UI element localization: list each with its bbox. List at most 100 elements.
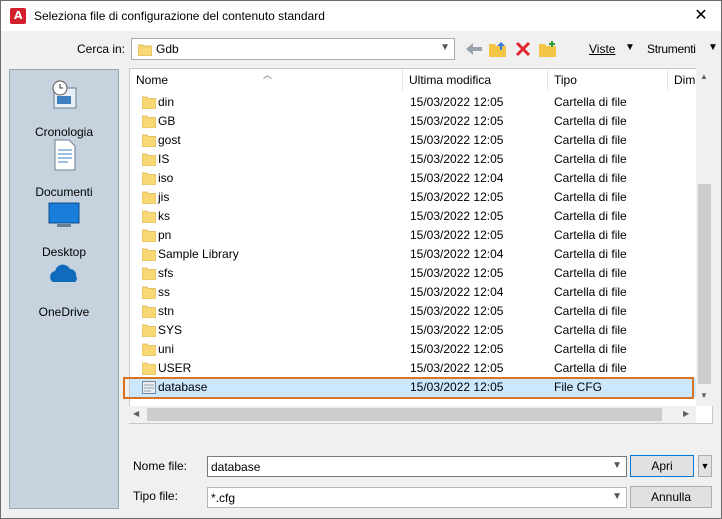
file-row[interactable]: pn 15/03/2022 12:05 Cartella di file [130,226,696,245]
places-bar: Cronologia Documenti Desktop OneDrive [9,69,119,509]
folder-icon [142,362,156,375]
file-name: SYS [158,323,183,337]
file-row[interactable]: gost 15/03/2022 12:05 Cartella di file [130,131,696,150]
folder-icon [142,305,156,318]
file-row[interactable]: jis 15/03/2022 12:05 Cartella di file [130,188,696,207]
file-type: Cartella di file [554,133,627,147]
file-row[interactable]: GB 15/03/2022 12:05 Cartella di file [130,112,696,131]
file-type: Cartella di file [554,247,627,261]
folder-icon [142,324,156,337]
file-name: IS [158,152,170,166]
file-row[interactable]: iso 15/03/2022 12:04 Cartella di file [130,169,696,188]
file-modified: 15/03/2022 12:05 [410,114,504,128]
folder-icon [142,172,156,185]
folder-icon [142,248,156,261]
vertical-scrollbar[interactable]: ▲ ▼ [696,68,713,406]
filetype-value: *.cfg [211,491,236,505]
file-type: Cartella di file [554,209,627,223]
window-title: Seleziona file di configurazione del con… [34,9,325,23]
new-folder-icon[interactable] [538,40,558,58]
file-name: stn [158,304,175,318]
views-dropdown-arrow[interactable]: ▼ [625,42,635,53]
file-name: GB [158,114,176,128]
horizontal-scrollbar[interactable]: ◀ ▶ [129,406,696,423]
file-type: Cartella di file [554,323,627,337]
place-history[interactable]: Cronologia [10,78,118,139]
title-bar: Seleziona file di configurazione del con… [1,1,721,31]
file-modified: 15/03/2022 12:05 [410,228,504,242]
selection-highlight-outline [123,377,694,399]
scroll-right-icon[interactable]: ▶ [683,409,689,418]
open-options-arrow[interactable]: ▼ [698,455,712,477]
file-row[interactable]: din 15/03/2022 12:05 Cartella di file [130,93,696,112]
file-name: jis [158,190,170,204]
scroll-up-icon[interactable]: ▲ [700,72,708,81]
views-menu[interactable]: Viste [589,42,615,56]
onedrive-icon [50,264,77,282]
file-type: Cartella di file [554,228,627,242]
documents-icon [54,139,76,171]
file-row[interactable]: ss 15/03/2022 12:04 Cartella di file [130,283,696,302]
file-modified: 15/03/2022 12:05 [410,361,504,375]
file-modified: 15/03/2022 12:05 [410,190,504,204]
file-modified: 15/03/2022 12:04 [410,247,504,261]
file-row[interactable]: IS 15/03/2022 12:05 Cartella di file [130,150,696,169]
back-arrow-icon[interactable] [464,40,484,58]
folder-icon [142,191,156,204]
file-row[interactable]: SYS 15/03/2022 12:05 Cartella di file [130,321,696,340]
place-onedrive[interactable]: OneDrive [10,258,118,319]
folder-icon [142,153,156,166]
scroll-thumb[interactable] [698,184,711,384]
cancel-button[interactable]: Annulla [630,486,712,508]
file-name: uni [158,342,175,356]
file-list[interactable]: ︿ Nome Ultima modifica Tipo Dim din 15/03… [129,68,713,424]
folder-icon [142,210,156,223]
tools-menu[interactable]: Strumenti [647,42,696,56]
place-documents[interactable]: Documenti [10,138,118,199]
filename-value: database [211,460,261,474]
file-row[interactable]: USER 15/03/2022 12:05 Cartella di file [130,359,696,378]
place-label: Documenti [35,185,93,199]
chevron-down-icon[interactable]: ▼ [612,460,622,471]
file-row[interactable]: Sample Library 15/03/2022 12:04 Cartella d… [130,245,696,264]
up-folder-icon[interactable] [488,40,508,58]
folder-icon [142,115,156,128]
look-in-dropdown[interactable]: Gdb ▼ [131,38,455,60]
look-in-label: Cerca in: [77,42,126,56]
file-type: Cartella di file [554,266,627,280]
close-button[interactable]: ✕ [687,5,715,27]
tools-dropdown-arrow[interactable]: ▼ [708,42,718,53]
column-header-name[interactable]: ︿ Nome [130,69,403,91]
filetype-select[interactable]: *.cfg ▼ [207,487,627,508]
file-name: USER [158,361,192,375]
place-label: OneDrive [38,305,90,319]
filename-input[interactable]: database ▼ [207,456,627,477]
chevron-down-icon[interactable]: ▼ [612,491,622,502]
file-modified: 15/03/2022 12:05 [410,342,504,356]
place-label: Cronologia [34,125,94,139]
file-row[interactable]: ks 15/03/2022 12:05 Cartella di file [130,207,696,226]
delete-icon[interactable] [513,40,533,58]
file-name: iso [158,171,174,185]
folder-icon [142,229,156,242]
scroll-thumb[interactable] [147,408,662,421]
desktop-icon [48,202,80,227]
file-row[interactable]: stn 15/03/2022 12:05 Cartella di file [130,302,696,321]
place-desktop[interactable]: Desktop [10,198,118,259]
chevron-down-icon: ▼ [440,42,450,53]
file-modified: 15/03/2022 12:05 [410,304,504,318]
folder-icon [142,343,156,356]
scroll-down-icon[interactable]: ▼ [700,391,708,400]
autocad-app-icon [10,8,26,24]
column-header-modified[interactable]: Ultima modifica [403,69,548,91]
look-in-value: Gdb [156,42,179,56]
file-row[interactable]: uni 15/03/2022 12:05 Cartella di file [130,340,696,359]
sort-ascending-icon: ︿ [263,70,273,80]
scroll-left-icon[interactable]: ◀ [133,409,139,418]
history-icon [52,80,77,109]
column-header-type[interactable]: Tipo [548,69,668,91]
file-modified: 15/03/2022 12:04 [410,171,504,185]
open-button[interactable]: Apri [630,455,694,477]
file-row[interactable]: sfs 15/03/2022 12:05 Cartella di file [130,264,696,283]
file-type: Cartella di file [554,171,627,185]
